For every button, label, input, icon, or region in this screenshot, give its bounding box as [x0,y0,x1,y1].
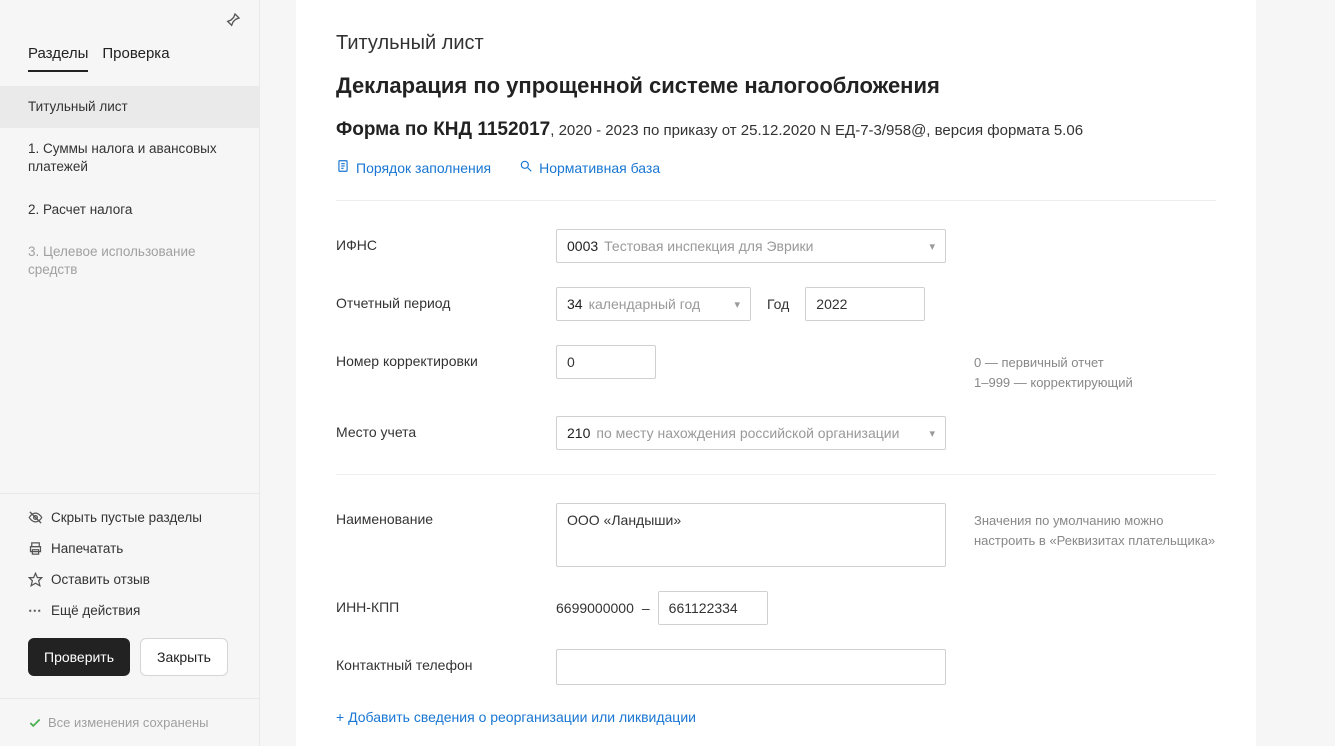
textarea-name[interactable]: ООО «Ландыши» [556,503,946,567]
sidebar-item-calc[interactable]: 2. Расчет налога [0,189,259,231]
action-label: Оставить отзыв [51,572,150,587]
label-phone: Контактный телефон [336,649,556,673]
label-year: Год [763,296,793,312]
tab-sections[interactable]: Разделы [28,45,88,72]
label-inn-kpp: ИНН-КПП [336,591,556,615]
add-reorg-link[interactable]: + Добавить сведения о реорганизации или … [336,709,1216,725]
action-feedback[interactable]: Оставить отзыв [0,564,259,595]
pin-icon[interactable] [225,12,241,31]
help-correction-2: 1–999 — корректирующий [974,373,1216,393]
sidebar: Разделы Проверка Титульный лист 1. Суммы… [0,0,260,746]
form-code-line: Форма по КНД 1152017, 2020 - 2023 по при… [336,119,1216,141]
label-period: Отчетный период [336,287,556,311]
help-correction-1: 0 — первичный отчет [974,353,1216,373]
chevron-down-icon: ▾ [929,427,935,440]
select-place[interactable]: 210 по месту нахождения российской орган… [556,416,946,450]
link-filling-order[interactable]: Порядок заполнения [336,159,491,176]
close-button[interactable]: Закрыть [140,638,228,676]
more-icon: ⋯ [28,603,43,618]
select-ifns[interactable]: 0003 Тестовая инспекция для Эврики ▾ [556,229,946,263]
label-place: Место учета [336,416,556,440]
input-correction[interactable]: 0 [556,345,656,379]
search-icon [519,159,533,176]
action-label: Скрыть пустые разделы [51,510,202,525]
action-label: Ещё действия [51,603,140,618]
sidebar-item-targeted: 3. Целевое использование средств [0,231,259,291]
page-title: Декларация по упрощенной системе налогоо… [336,73,1216,99]
action-hide-empty[interactable]: Скрыть пустые разделы [0,502,259,533]
sidebar-item-title-page[interactable]: Титульный лист [0,86,259,128]
sidebar-item-sums[interactable]: 1. Суммы налога и авансовых платежей [0,128,259,188]
inn-value: 6699000000 [556,600,634,616]
check-button[interactable]: Проверить [28,638,130,676]
tab-check[interactable]: Проверка [102,45,169,72]
input-year[interactable]: 2022 [805,287,925,321]
chevron-down-icon: ▾ [734,298,740,311]
action-print[interactable]: Напечатать [0,533,259,564]
star-icon [28,572,43,587]
input-phone[interactable] [556,649,946,685]
page-breadcrumb: Титульный лист [336,32,1216,55]
document-icon [336,159,350,176]
label-name: Наименование [336,503,556,527]
link-normative-base[interactable]: Нормативная база [519,159,660,176]
inn-dash: – [642,600,650,616]
eye-off-icon [28,510,43,525]
action-more[interactable]: ⋯ Ещё действия [0,595,259,626]
printer-icon [28,541,43,556]
label-correction: Номер корректировки [336,345,556,369]
input-kpp[interactable]: 661122334 [658,591,768,625]
page-card: Титульный лист Декларация по упрощенной … [296,0,1256,746]
label-ifns: ИФНС [336,229,556,253]
select-period[interactable]: 34 календарный год ▾ [556,287,751,321]
save-status: Все изменения сохранены [0,698,259,746]
chevron-down-icon: ▾ [929,240,935,253]
help-name: Значения по умолчанию можно настроить в … [946,503,1216,550]
action-label: Напечатать [51,541,123,556]
